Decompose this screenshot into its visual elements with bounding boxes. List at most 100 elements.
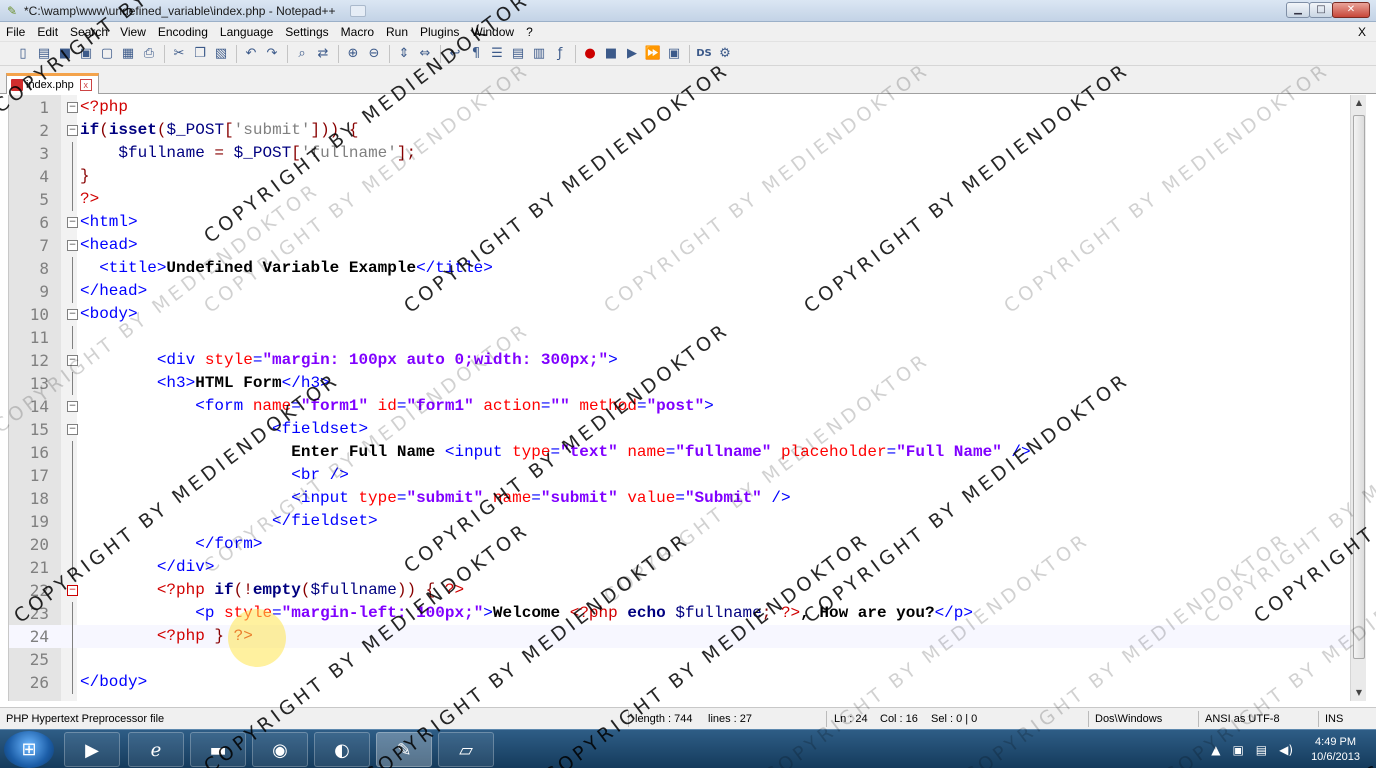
code-line[interactable]: 6 − <html> <box>9 211 1350 234</box>
menu-macro[interactable]: Macro <box>335 22 380 42</box>
tray-volume-icon[interactable]: ◀) <box>1279 743 1293 757</box>
undo-icon[interactable]: ↶ <box>242 45 260 63</box>
code-line[interactable]: 10 − <body> <box>9 303 1350 326</box>
code-line[interactable]: 3 $fullname = $_POST['fullname']; <box>9 142 1350 165</box>
run-macro-multiple-icon[interactable]: ⏩ <box>644 45 662 63</box>
word-wrap-icon[interactable]: ↩ <box>446 45 464 63</box>
fold-toggle-icon[interactable]: − <box>67 309 78 320</box>
code-line[interactable]: 11 <box>9 326 1350 349</box>
taskbar-media-player-icon[interactable]: ▶ <box>64 732 120 767</box>
vertical-scrollbar[interactable]: ▲ ▼ <box>1350 95 1366 701</box>
code-line[interactable]: 12 − <div style="margin: 100px auto 0;wid… <box>9 349 1350 372</box>
code-line[interactable]: 23 <p style="margin-left: 100px;">Welcom… <box>9 602 1350 625</box>
record-macro-icon[interactable]: ● <box>581 45 599 63</box>
menu-view[interactable]: View <box>114 22 152 42</box>
taskbar-explorer-icon[interactable]: ▬ <box>190 732 246 767</box>
start-button[interactable]: ⊞ <box>4 731 54 768</box>
code-line[interactable]: 21 </div> <box>9 556 1350 579</box>
code-line[interactable]: 15 − <fieldset> <box>9 418 1350 441</box>
scroll-up-icon[interactable]: ▲ <box>1351 95 1367 111</box>
tray-usb-icon[interactable]: ▣ <box>1232 743 1243 757</box>
new-file-icon[interactable]: ▯ <box>14 45 32 63</box>
maximize-button[interactable]: □ <box>1309 2 1333 18</box>
fold-toggle-icon[interactable]: − <box>67 401 78 412</box>
fold-toggle-icon[interactable]: − <box>67 585 78 596</box>
print-icon[interactable]: ⎙ <box>140 45 158 63</box>
menu-edit[interactable]: Edit <box>31 22 64 42</box>
menu-language[interactable]: Language <box>214 22 279 42</box>
menu-run[interactable]: Run <box>380 22 414 42</box>
code-line[interactable]: 7 − <head> <box>9 234 1350 257</box>
close-file-icon[interactable]: ▢ <box>98 45 116 63</box>
menu-help[interactable]: ? <box>520 22 539 42</box>
ds-plugin-icon[interactable]: DS <box>695 45 713 63</box>
menu-file[interactable]: File <box>0 22 31 42</box>
code-line[interactable]: 4} <box>9 165 1350 188</box>
code-line[interactable]: 9 </head> <box>9 280 1350 303</box>
menu-encoding[interactable]: Encoding <box>152 22 214 42</box>
taskbar-chrome-icon[interactable]: ◉ <box>252 732 308 767</box>
minimize-button[interactable]: ▁ <box>1286 2 1310 18</box>
code-line[interactable]: 5 ?> <box>9 188 1350 211</box>
open-file-icon[interactable]: ▤ <box>35 45 53 63</box>
code-line[interactable]: 1 − <?php <box>9 96 1350 119</box>
menu-plugins[interactable]: Plugins <box>414 22 465 42</box>
taskbar-clock[interactable]: 4:49 PM 10/6/2013 <box>1311 735 1360 765</box>
playback-macro-icon[interactable]: ▶ <box>623 45 641 63</box>
code-line[interactable]: 8 <title>Undefined Variable Example</tit… <box>9 257 1350 280</box>
menu-search[interactable]: Search <box>64 22 114 42</box>
replace-icon[interactable]: ⇄ <box>314 45 332 63</box>
title-bar-extra-button[interactable] <box>349 4 366 17</box>
save-all-icon[interactable]: ▣ <box>77 45 95 63</box>
fold-toggle-icon[interactable]: − <box>67 424 78 435</box>
menu-window[interactable]: Window <box>465 22 520 42</box>
code-line[interactable]: 16 Enter Full Name <input type="text" na… <box>9 441 1350 464</box>
code-line[interactable]: 2− if(isset($_POST['submit'])) { <box>9 119 1350 142</box>
plugin-icon[interactable]: ⚙ <box>716 45 734 63</box>
code-line[interactable]: 18 <input type="submit" name="submit" va… <box>9 487 1350 510</box>
fold-toggle-icon[interactable]: − <box>67 240 78 251</box>
taskbar-notepad-icon[interactable]: ▱ <box>438 732 494 767</box>
code-line[interactable]: 17 <br /> <box>9 464 1350 487</box>
show-all-characters-icon[interactable]: ¶ <box>467 45 485 63</box>
fold-toggle-icon[interactable]: − <box>67 217 78 228</box>
sync-horizontal-icon[interactable]: ⇔ <box>416 45 434 63</box>
zoom-in-icon[interactable]: ⊕ <box>344 45 362 63</box>
code-editor[interactable]: 1− <?php 2− if(isset($_POST['submit'])) {3 … <box>8 95 1350 701</box>
user-language-icon[interactable]: ▤ <box>509 45 527 63</box>
menu-settings[interactable]: Settings <box>279 22 334 42</box>
code-line[interactable]: 24 <?php } ?> <box>9 625 1350 648</box>
document-map-icon[interactable]: ▥ <box>530 45 548 63</box>
code-line[interactable]: 25 <box>9 648 1350 671</box>
stop-record-icon[interactable]: ■ <box>602 45 620 63</box>
notepadpp-app-icon[interactable]: ✎ <box>4 3 20 19</box>
save-macro-icon[interactable]: ▣ <box>665 45 683 63</box>
fold-toggle-icon[interactable]: − <box>67 102 78 113</box>
taskbar-internet-explorer-icon[interactable]: ℯ <box>128 732 184 767</box>
zoom-out-icon[interactable]: ⊖ <box>365 45 383 63</box>
code-line[interactable]: 22 − <?php if(!empty($fullname)) { ?> <box>9 579 1350 602</box>
close-document-button[interactable]: X <box>1358 22 1366 42</box>
indent-guide-icon[interactable]: ☰ <box>488 45 506 63</box>
find-icon[interactable]: ⌕ <box>293 45 311 63</box>
title-bar[interactable]: ✎ *C:\wamp\www\undefined_variable\index.… <box>0 0 1376 22</box>
function-list-icon[interactable]: ƒ <box>551 45 569 63</box>
tab-close-icon[interactable]: x <box>79 79 92 91</box>
save-icon[interactable]: ■ <box>56 45 74 63</box>
code-line[interactable]: 20 </form> <box>9 533 1350 556</box>
close-all-icon[interactable]: ▦ <box>119 45 137 63</box>
copy-icon[interactable]: ❐ <box>191 45 209 63</box>
cut-icon[interactable]: ✂ <box>170 45 188 63</box>
scroll-down-icon[interactable]: ▼ <box>1351 685 1367 701</box>
code-line[interactable]: 19 </fieldset> <box>9 510 1350 533</box>
sync-vertical-icon[interactable]: ⇕ <box>395 45 413 63</box>
taskbar-notepadpp-icon[interactable]: ✎ <box>376 732 432 767</box>
taskbar-firefox-icon[interactable]: ◐ <box>314 732 370 767</box>
paste-icon[interactable]: ▧ <box>212 45 230 63</box>
code-line[interactable]: 26 </body> <box>9 671 1350 694</box>
fold-toggle-icon[interactable]: − <box>67 125 78 136</box>
close-window-button[interactable]: ✕ <box>1332 2 1370 18</box>
tray-network-icon[interactable]: ▤ <box>1256 743 1267 757</box>
tray-show-hidden-icon[interactable]: ▲ <box>1211 743 1220 757</box>
fold-toggle-icon[interactable]: − <box>67 355 78 366</box>
